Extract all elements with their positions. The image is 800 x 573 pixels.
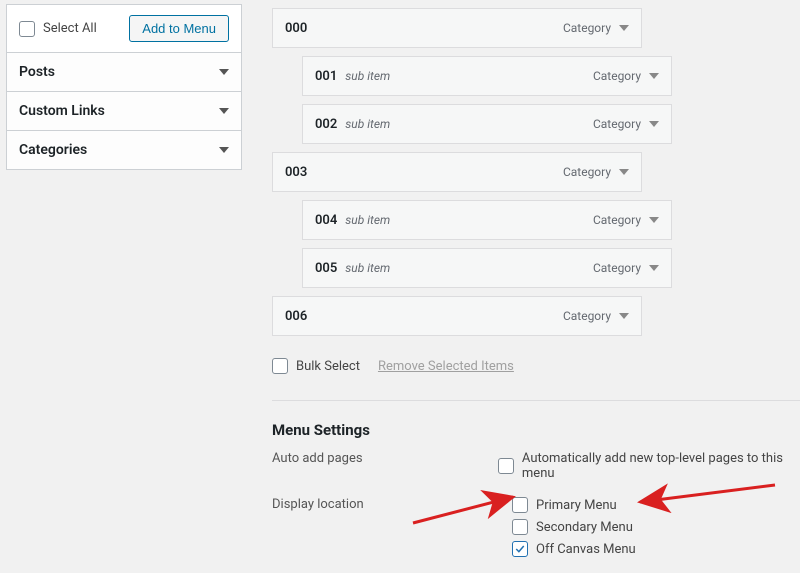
menu-item-subtitle: sub item [345,69,390,83]
accordion-custom-links[interactable]: Custom Links [7,91,241,130]
remove-selected-link[interactable]: Remove Selected Items [378,359,514,374]
chevron-down-icon [219,147,229,153]
chevron-down-icon[interactable] [619,313,629,319]
menu-item-title: 006 [285,309,307,324]
location-checkbox-primary-menu[interactable] [512,497,528,513]
location-label: Secondary Menu [536,520,633,535]
menu-item-title: 001 [315,69,337,84]
menu-item-title: 002 [315,117,337,132]
menu-item-type: Category [563,21,611,35]
menu-item-title: 000 [285,21,307,36]
menu-item-subtitle: sub item [345,213,390,227]
select-all-checkbox[interactable] [19,21,35,37]
menu-item-type: Category [593,117,641,131]
menu-item-title: 003 [285,165,307,180]
location-label: Off Canvas Menu [536,542,636,557]
menu-item-title: 005 [315,261,337,276]
menu-item[interactable]: 006 Category [272,296,642,336]
display-location-label: Display location [272,497,512,563]
bulk-select-checkbox[interactable] [272,358,288,374]
auto-add-option-label: Automatically add new top-level pages to… [522,451,800,481]
menu-item-title: 004 [315,213,337,228]
menu-item-type: Category [593,261,641,275]
menu-item[interactable]: 002 sub item Category [302,104,672,144]
menu-item-type: Category [563,165,611,179]
location-label: Primary Menu [536,498,617,513]
menu-item-type: Category [593,69,641,83]
accordion-categories[interactable]: Categories [7,130,241,169]
accordion-label: Categories [19,142,87,158]
menu-item-subtitle: sub item [345,117,390,131]
add-to-menu-button[interactable]: Add to Menu [129,15,229,42]
chevron-down-icon[interactable] [649,217,659,223]
location-checkbox-off-canvas-menu[interactable] [512,541,528,557]
menu-item[interactable]: 000 Category [272,8,642,48]
location-checkbox-secondary-menu[interactable] [512,519,528,535]
menu-item[interactable]: 005 sub item Category [302,248,672,288]
chevron-down-icon[interactable] [649,73,659,79]
chevron-down-icon[interactable] [649,265,659,271]
menu-item-type: Category [563,309,611,323]
menu-item-type: Category [593,213,641,227]
chevron-down-icon[interactable] [649,121,659,127]
accordion-label: Custom Links [19,103,105,119]
chevron-down-icon [219,69,229,75]
menu-settings-heading: Menu Settings [272,421,800,439]
menu-item[interactable]: 003 Category [272,152,642,192]
chevron-down-icon[interactable] [619,25,629,31]
chevron-down-icon[interactable] [619,169,629,175]
accordion-posts[interactable]: Posts [7,53,241,91]
auto-add-label: Auto add pages [272,451,498,487]
auto-add-checkbox[interactable] [498,458,514,474]
menu-item[interactable]: 004 sub item Category [302,200,672,240]
menu-item[interactable]: 001 sub item Category [302,56,672,96]
chevron-down-icon [219,108,229,114]
accordion-label: Posts [19,64,55,80]
bulk-select-label: Bulk Select [296,359,360,374]
select-all-label: Select All [43,21,97,36]
menu-item-subtitle: sub item [345,261,390,275]
